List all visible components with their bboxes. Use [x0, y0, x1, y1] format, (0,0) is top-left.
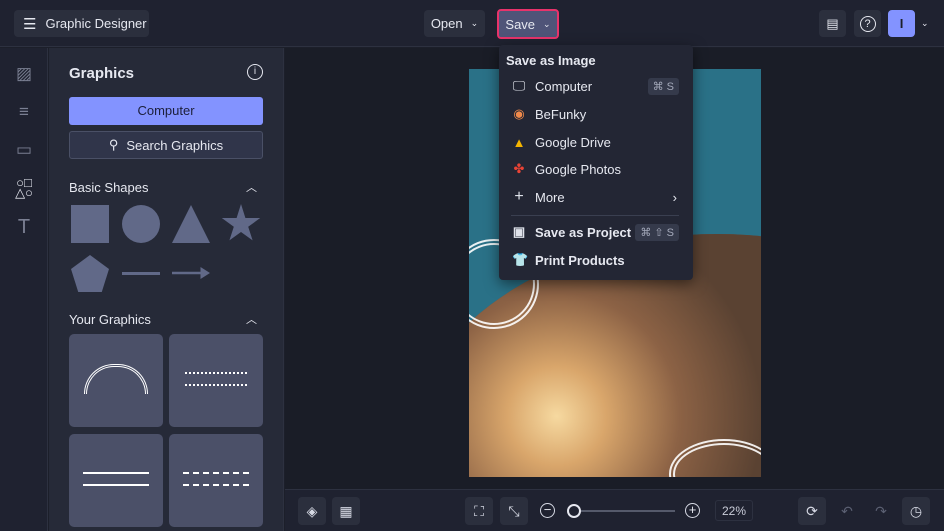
adjust-icon[interactable]: ≡: [14, 102, 34, 122]
graphic-thumbnail-waves-lines[interactable]: [169, 334, 263, 427]
menu-label: Save as Project: [535, 224, 632, 240]
menu-label: Google Drive: [535, 134, 611, 150]
save-as-project[interactable]: ▣ Save as Project ⌘ ⇧ S: [499, 219, 693, 245]
image-icon[interactable]: ▨: [14, 64, 34, 84]
save-as-image-heading: Save as Image: [506, 53, 596, 68]
zoom-level[interactable]: 22%: [715, 500, 753, 521]
fit-screen-button[interactable]: ⛶: [465, 497, 493, 525]
search-icon: ⚲: [108, 137, 119, 152]
menu-label: Computer: [535, 78, 593, 94]
collapse-basic-shapes-icon[interactable]: ︿: [246, 179, 257, 195]
open-button[interactable]: Open ⌄: [424, 10, 485, 37]
chevron-down-icon: ⌄: [921, 18, 929, 28]
app-title: Graphic Designer: [45, 16, 147, 31]
avatar: I: [888, 10, 915, 37]
google-photos-icon: ✤: [513, 161, 525, 176]
comments-button[interactable]: ▤: [819, 10, 846, 37]
graphics-icon[interactable]: ○□ △○: [14, 176, 34, 199]
layout-icon[interactable]: ▭: [14, 140, 34, 160]
help-button[interactable]: ?: [854, 10, 881, 37]
text-icon[interactable]: T: [14, 216, 34, 238]
save-to-befunky[interactable]: ◉ BeFunky: [499, 101, 693, 127]
briefcase-icon: ▣: [512, 224, 526, 239]
chevron-down-icon: ⌄: [470, 18, 479, 28]
plus-icon: +: [514, 188, 524, 205]
tshirt-icon: 👕: [512, 252, 529, 267]
save-label: Save: [505, 16, 536, 32]
redo-button[interactable]: ↷: [867, 497, 895, 525]
app-menu-button[interactable]: ☰ Graphic Designer: [14, 10, 149, 37]
menu-label: Print Products: [535, 252, 625, 268]
menu-divider: [511, 215, 679, 216]
bottom-toolbar: ◈ ▦ ⛶ ⤡ − + 22% ⟳ ↶ ↷ ◷: [285, 489, 944, 531]
menu-label: BeFunky: [535, 106, 587, 122]
graphic-thumbnail-waves-3[interactable]: [169, 434, 263, 527]
account-button[interactable]: I ⌄: [888, 10, 934, 37]
shortcut: ⌘ S: [647, 77, 679, 95]
menu-label: Google Photos: [535, 161, 622, 177]
your-graphics-heading: Your Graphics: [69, 312, 151, 327]
befunky-icon: ◉: [513, 106, 525, 121]
graphic-thumbnail-waves-fan[interactable]: [69, 334, 163, 427]
arrow-shape[interactable]: [172, 267, 210, 279]
graphics-panel: Graphics i Computer ⚲ Search Graphics Bas…: [49, 48, 284, 531]
graphic-thumbnail-waves-2[interactable]: [69, 434, 163, 527]
star-shape[interactable]: [221, 204, 261, 241]
top-bar: ☰ Graphic Designer Open ⌄ Save ⌄ ▤ ? I ⌄: [0, 0, 944, 47]
save-to-google-drive[interactable]: ▲ Google Drive: [499, 129, 693, 155]
square-shape[interactable]: [71, 205, 109, 243]
search-graphics-button[interactable]: ⚲ Search Graphics: [69, 131, 263, 159]
save-dropdown-menu: Save as Image 🖵 Computer ⌘ S ◉ BeFunky ▲ Goo…: [499, 45, 693, 280]
layers-button[interactable]: ◈: [298, 497, 326, 525]
save-to-computer[interactable]: 🖵 Computer ⌘ S: [499, 73, 693, 99]
collapse-your-graphics-icon[interactable]: ︿: [246, 311, 257, 327]
info-icon[interactable]: i: [247, 64, 263, 80]
open-label: Open: [430, 16, 463, 31]
line-shape[interactable]: [122, 272, 160, 275]
computer-upload-button[interactable]: Computer: [69, 97, 263, 125]
search-graphics-label: Search Graphics: [126, 137, 224, 153]
help-icon: ?: [859, 15, 876, 32]
panel-title: Graphics: [69, 65, 135, 82]
chevron-down-icon: ⌄: [543, 18, 551, 29]
save-to-google-photos[interactable]: ✤ Google Photos: [499, 156, 693, 182]
shortcut: ⌘ ⇧ S: [635, 223, 679, 241]
basic-shapes-heading: Basic Shapes: [69, 180, 149, 195]
tool-rail: ▨ ≡ ▭ ○□ △○ T: [0, 48, 48, 531]
undo-button[interactable]: ↶: [833, 497, 861, 525]
reset-button[interactable]: ⟳: [798, 497, 826, 525]
zoom-in-icon[interactable]: +: [685, 503, 700, 518]
actual-size-button[interactable]: ⤡: [500, 497, 528, 525]
save-button[interactable]: Save ⌄: [497, 9, 559, 39]
chevron-right-icon: ›: [672, 189, 677, 205]
zoom-slider-handle[interactable]: [567, 504, 581, 518]
menu-label: More: [535, 189, 565, 205]
history-button[interactable]: ◷: [902, 497, 930, 525]
hamburger-icon: ☰: [23, 15, 37, 33]
pentagon-shape[interactable]: [71, 255, 109, 292]
monitor-icon: 🖵: [512, 78, 526, 93]
google-drive-icon: ▲: [512, 134, 526, 150]
zoom-slider[interactable]: [567, 504, 675, 518]
save-more[interactable]: + More ›: [499, 184, 693, 210]
triangle-shape[interactable]: [172, 205, 210, 243]
circle-shape[interactable]: [122, 205, 160, 243]
print-products[interactable]: 👕 Print Products: [499, 247, 693, 273]
zoom-out-icon[interactable]: −: [540, 503, 555, 518]
grid-view-button[interactable]: ▦: [332, 497, 360, 525]
